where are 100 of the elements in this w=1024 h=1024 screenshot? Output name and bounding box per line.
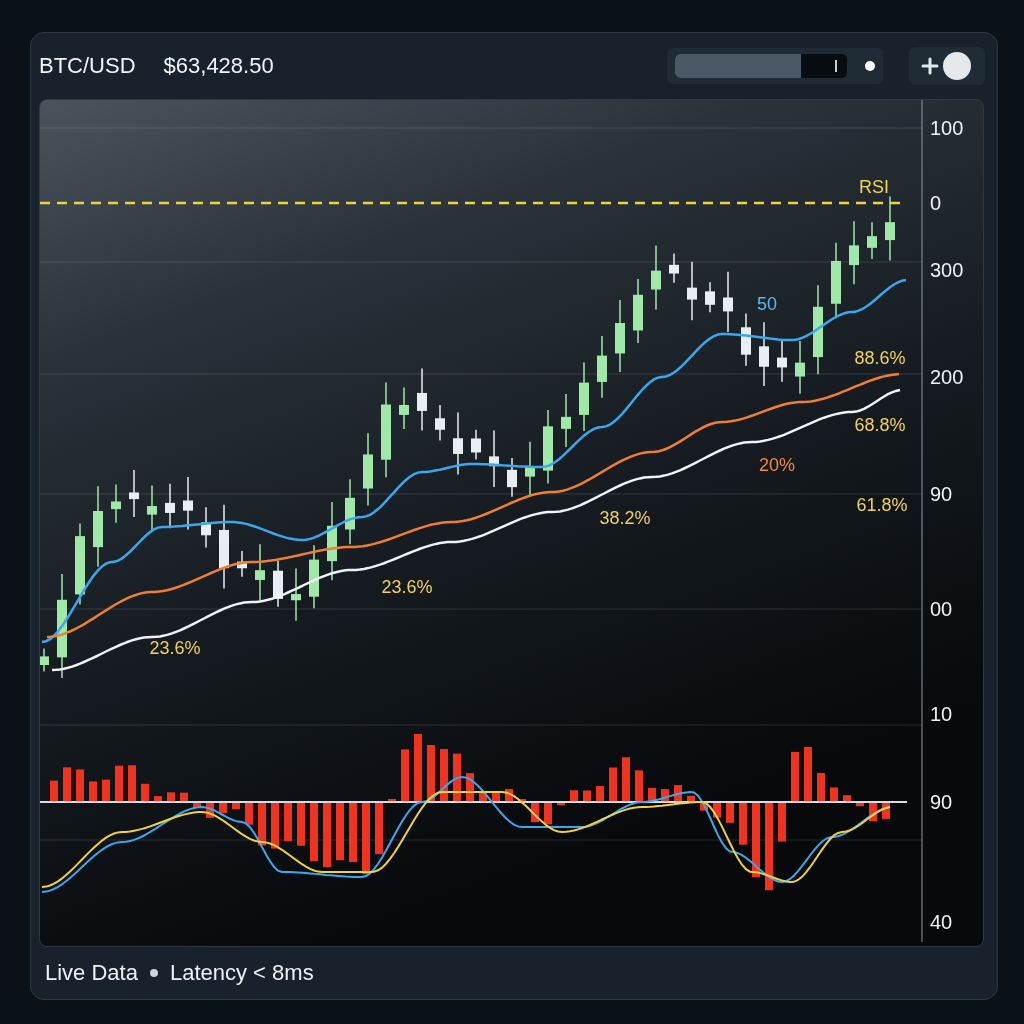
histogram-bar: [128, 765, 136, 802]
histogram-bar: [388, 798, 396, 802]
axis-label: 40: [930, 910, 953, 933]
histogram-bar: [531, 801, 539, 823]
candlestick: [525, 440, 535, 498]
axis-label: 90: [930, 482, 953, 505]
histogram-bar: [323, 801, 331, 868]
candlestick: [129, 469, 139, 518]
histogram-bar: [687, 795, 695, 802]
status-dot-icon: [865, 60, 875, 71]
candlestick: [201, 506, 211, 549]
histogram-bar: [583, 790, 591, 802]
candlestick: [561, 393, 571, 448]
axis-label: 00: [930, 597, 953, 620]
histogram-bar: [258, 801, 266, 846]
histogram-bar: [466, 773, 474, 802]
candlestick: [777, 338, 787, 383]
symbol-label: BTC/USD: [39, 52, 136, 79]
candlestick: [435, 404, 445, 442]
candlestick: [111, 483, 121, 524]
histogram-bar: [440, 748, 448, 802]
histogram-bar: [219, 801, 227, 813]
candlestick: [849, 220, 859, 285]
candlestick: [40, 647, 49, 673]
axis-label: 200: [930, 365, 964, 388]
histogram-bar: [648, 787, 656, 802]
histogram-bar: [141, 783, 149, 802]
level-label: 23.6%: [149, 637, 201, 658]
candlestick: [633, 278, 643, 344]
level-label: 61.8%: [856, 494, 908, 515]
candlestick: [291, 567, 301, 622]
plus-icon: [921, 56, 939, 75]
candlestick: [687, 260, 697, 322]
histogram-bar: [245, 801, 253, 825]
histogram-bar: [791, 751, 799, 802]
histogram-bar: [206, 801, 214, 818]
histogram-bar: [401, 749, 409, 802]
histogram-bar: [63, 767, 71, 802]
histogram-bar: [193, 801, 201, 808]
candlestick: [273, 559, 283, 608]
histogram-bar: [89, 781, 97, 802]
histogram-bar: [869, 801, 877, 822]
axis-label: 100: [930, 116, 964, 139]
candlestick: [255, 543, 265, 602]
separator-dot-icon: [149, 969, 158, 978]
histogram-bar: [778, 801, 786, 842]
histogram-bar: [804, 746, 812, 802]
status-text: Live Data: [45, 960, 138, 987]
histogram-bar: [492, 792, 500, 802]
histogram-bar: [167, 792, 175, 802]
range-slider[interactable]: [667, 47, 883, 84]
histogram-bar: [635, 770, 643, 802]
candlestick: [669, 252, 679, 284]
histogram-bar: [713, 801, 721, 818]
histogram-bar: [232, 801, 240, 810]
axis-label: 10: [930, 702, 953, 725]
histogram-bar: [336, 801, 344, 861]
candlestick: [165, 482, 175, 529]
axis-label: 300: [930, 258, 964, 281]
axis-label: 0: [930, 191, 942, 214]
histogram-bar: [518, 798, 526, 802]
histogram-bar: [609, 767, 617, 802]
histogram-bar: [726, 801, 734, 823]
candlestick: [723, 271, 733, 333]
price-label: $63,428.50: [163, 52, 275, 79]
candlestick: [507, 457, 517, 498]
histogram-bar: [154, 796, 162, 802]
histogram-bar: [700, 801, 708, 811]
candlestick: [453, 411, 463, 476]
candlestick: [867, 221, 877, 260]
level-label: 50: [757, 293, 777, 314]
toggle-switch[interactable]: [909, 46, 985, 85]
candlestick: [399, 386, 409, 430]
histogram-bar: [674, 785, 682, 802]
histogram-bar: [505, 788, 513, 802]
histogram-bar: [180, 792, 188, 802]
candlestick: [237, 550, 247, 578]
level-label: 20%: [759, 454, 795, 475]
histogram-bar: [115, 765, 123, 802]
histogram-bar: [544, 801, 552, 825]
candlestick: [795, 340, 805, 395]
histogram-bar: [557, 801, 565, 805]
histogram-bar: [882, 801, 890, 819]
level-label: RSI: [859, 176, 889, 197]
candlestick: [417, 367, 427, 432]
histogram-bar: [414, 733, 422, 802]
candlestick: [345, 478, 355, 545]
histogram-bar: [856, 801, 864, 807]
histogram-bar: [570, 790, 578, 802]
candlestick: [885, 195, 895, 262]
histogram-bar: [310, 801, 318, 862]
level-label: 23.6%: [381, 576, 433, 597]
histogram-bar: [76, 769, 84, 802]
histogram-bar: [375, 801, 383, 855]
slider-thumb[interactable]: [834, 59, 837, 72]
axis-label: 90: [930, 790, 953, 813]
histogram-bar: [349, 801, 357, 862]
candlestick: [597, 335, 607, 399]
candlestick: [759, 321, 769, 387]
candlestick: [579, 361, 589, 432]
